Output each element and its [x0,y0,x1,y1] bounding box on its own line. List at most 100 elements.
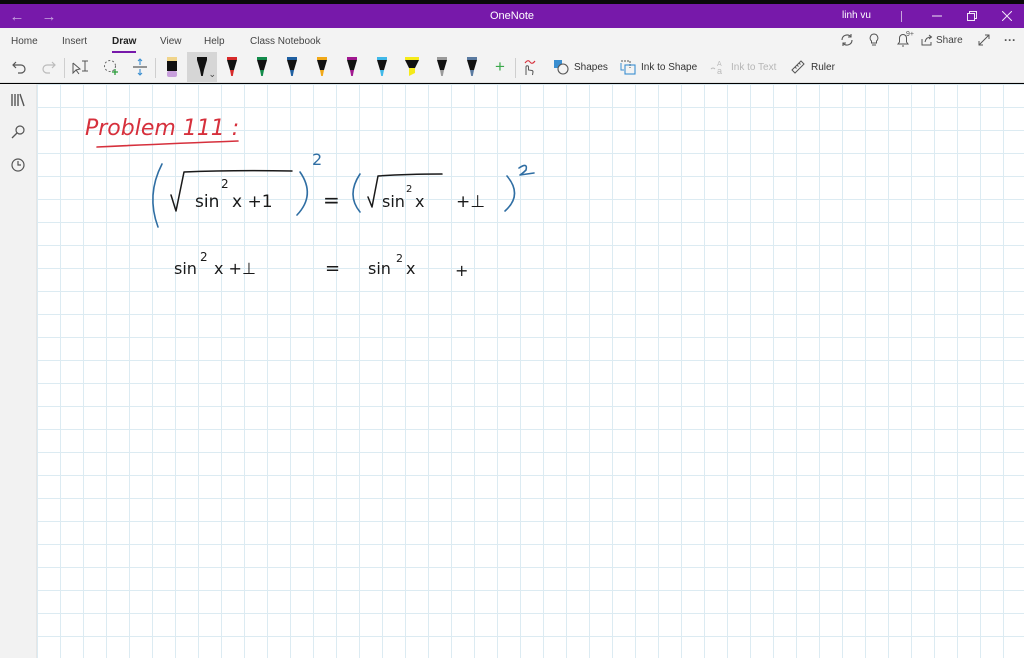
back-button[interactable]: ← [2,4,32,28]
search-icon [11,125,25,139]
add-pen-button[interactable]: + [489,54,511,80]
sync-button[interactable] [837,31,857,49]
magenta-pen-icon [347,57,357,76]
left-paren-2-ink [352,173,361,213]
type-select-button[interactable] [69,54,91,80]
close-icon [1002,11,1012,21]
notification-badge: 9+ [906,31,914,38]
heading-ink: Problem 111 : [85,116,239,141]
minimize-button[interactable] [919,4,955,28]
redo-icon [42,61,56,74]
line2-left-rest-ink: x +⊥ [214,259,256,278]
toolbar-separator [515,58,516,78]
restore-button[interactable] [954,4,990,28]
add-space-icon [133,58,147,76]
shapes-button[interactable]: Shapes [553,54,608,80]
radicand-sin-ink: sin [195,192,219,212]
blue-pen-button[interactable] [280,54,304,80]
ink-to-shape-button[interactable]: Ink to Shape [620,54,697,80]
redo-button[interactable] [38,54,60,80]
lasso-select-icon [104,60,118,75]
add-space-button[interactable] [129,54,151,80]
minimize-icon [932,15,942,17]
left-paren-ink [152,163,163,228]
ink-to-shape-label: Ink to Shape [641,61,698,73]
galaxy-pen-icon [437,57,447,76]
tab-class-notebook[interactable]: Class Notebook [250,35,321,51]
toolbar-separator [64,58,65,78]
ribbon: Home Insert Draw View Help Class Noteboo… [0,28,1024,83]
black-pen-button[interactable]: ⌄ [187,52,217,82]
tab-insert[interactable]: Insert [62,35,87,51]
arrow-left-icon: ← [9,7,25,25]
pen-options-chevron-icon[interactable]: ⌄ [208,69,216,80]
more-options-button[interactable]: ··· [1000,31,1020,49]
tab-help[interactable]: Help [204,35,225,51]
line2-left-exponent-ink: 2 [200,250,208,264]
lightbulb-icon [869,33,879,46]
eraser-icon [167,57,177,77]
radicand-2-sin-ink: sin [382,192,405,211]
right-paren-2-ink [504,175,516,212]
lasso-select-button[interactable] [100,54,122,80]
note-canvas[interactable]: Problem 111 : sin 2 x +1 2 = sin 2 x +⊥ … [37,84,1024,658]
tab-view[interactable]: View [160,35,182,51]
line2-right-exponent-ink: 2 [396,252,403,265]
line2-equals-ink: = [325,258,340,279]
orange-pen-icon [317,57,327,76]
line2-right-sin-ink: sin [368,259,391,278]
close-button[interactable] [989,4,1024,28]
right-paren-ink [296,171,309,216]
plus-one-ink: +⊥ [456,192,485,212]
yellow-highlighter-button[interactable] [400,54,424,80]
ink-replay-button[interactable] [520,54,538,80]
notifications-button[interactable]: 9+ [893,31,917,49]
undo-button[interactable] [8,54,30,80]
forward-button[interactable]: → [34,4,64,28]
restore-icon [967,11,977,21]
title-separator [901,11,902,22]
notebooks-icon [11,93,25,107]
cyan-pen-button[interactable] [370,54,394,80]
green-pen-button[interactable] [250,54,274,80]
tell-me-button[interactable] [864,31,884,49]
exponent-2-ink: 2 [406,184,412,195]
more-icon: ··· [1004,33,1016,47]
recent-icon [11,158,25,172]
tab-home[interactable]: Home [11,35,38,51]
arrow-right-icon: → [41,7,57,25]
ruler-button[interactable]: Ruler [790,54,835,80]
tab-draw[interactable]: Draw [112,35,137,53]
add-pen-icon: + [495,57,505,76]
yellow-highlighter-icon [405,57,419,76]
radical-2-ink [367,173,443,208]
ink-layer: Problem 111 : sin 2 x +1 2 = sin 2 x +⊥ … [85,116,535,280]
red-pen-button[interactable] [220,54,244,80]
radicand-rest-ink: x +1 [232,192,273,212]
line2-right-x-ink: x [406,259,415,278]
notebooks-button[interactable] [8,90,28,110]
eraser-button[interactable] [160,54,184,80]
red-pen-icon [227,57,237,76]
share-button[interactable]: Share [921,31,963,49]
magenta-pen-button[interactable] [340,54,364,80]
toolbar-separator [155,58,156,78]
galaxy-pen-button[interactable] [430,54,454,80]
steel-pen-button[interactable] [460,54,484,80]
ink-to-text-icon: Aa [710,61,722,75]
recent-button[interactable] [8,155,28,175]
ink-to-text-button[interactable]: Aa Ink to Text [710,54,776,80]
outer-exponent-2-ink [518,164,535,176]
fullscreen-button[interactable] [974,31,994,49]
ruler-icon [791,60,805,74]
blue-pen-icon [287,57,297,76]
ink-to-shape-icon [620,60,636,75]
user-name[interactable]: linh vu [842,4,871,28]
sidebar [0,84,37,658]
search-button[interactable] [8,122,28,142]
orange-pen-button[interactable] [310,54,334,80]
svg-text:a: a [717,66,722,75]
ink-replay-icon [524,60,536,76]
green-pen-icon [257,57,267,76]
outer-exponent-ink: 2 [312,150,322,169]
